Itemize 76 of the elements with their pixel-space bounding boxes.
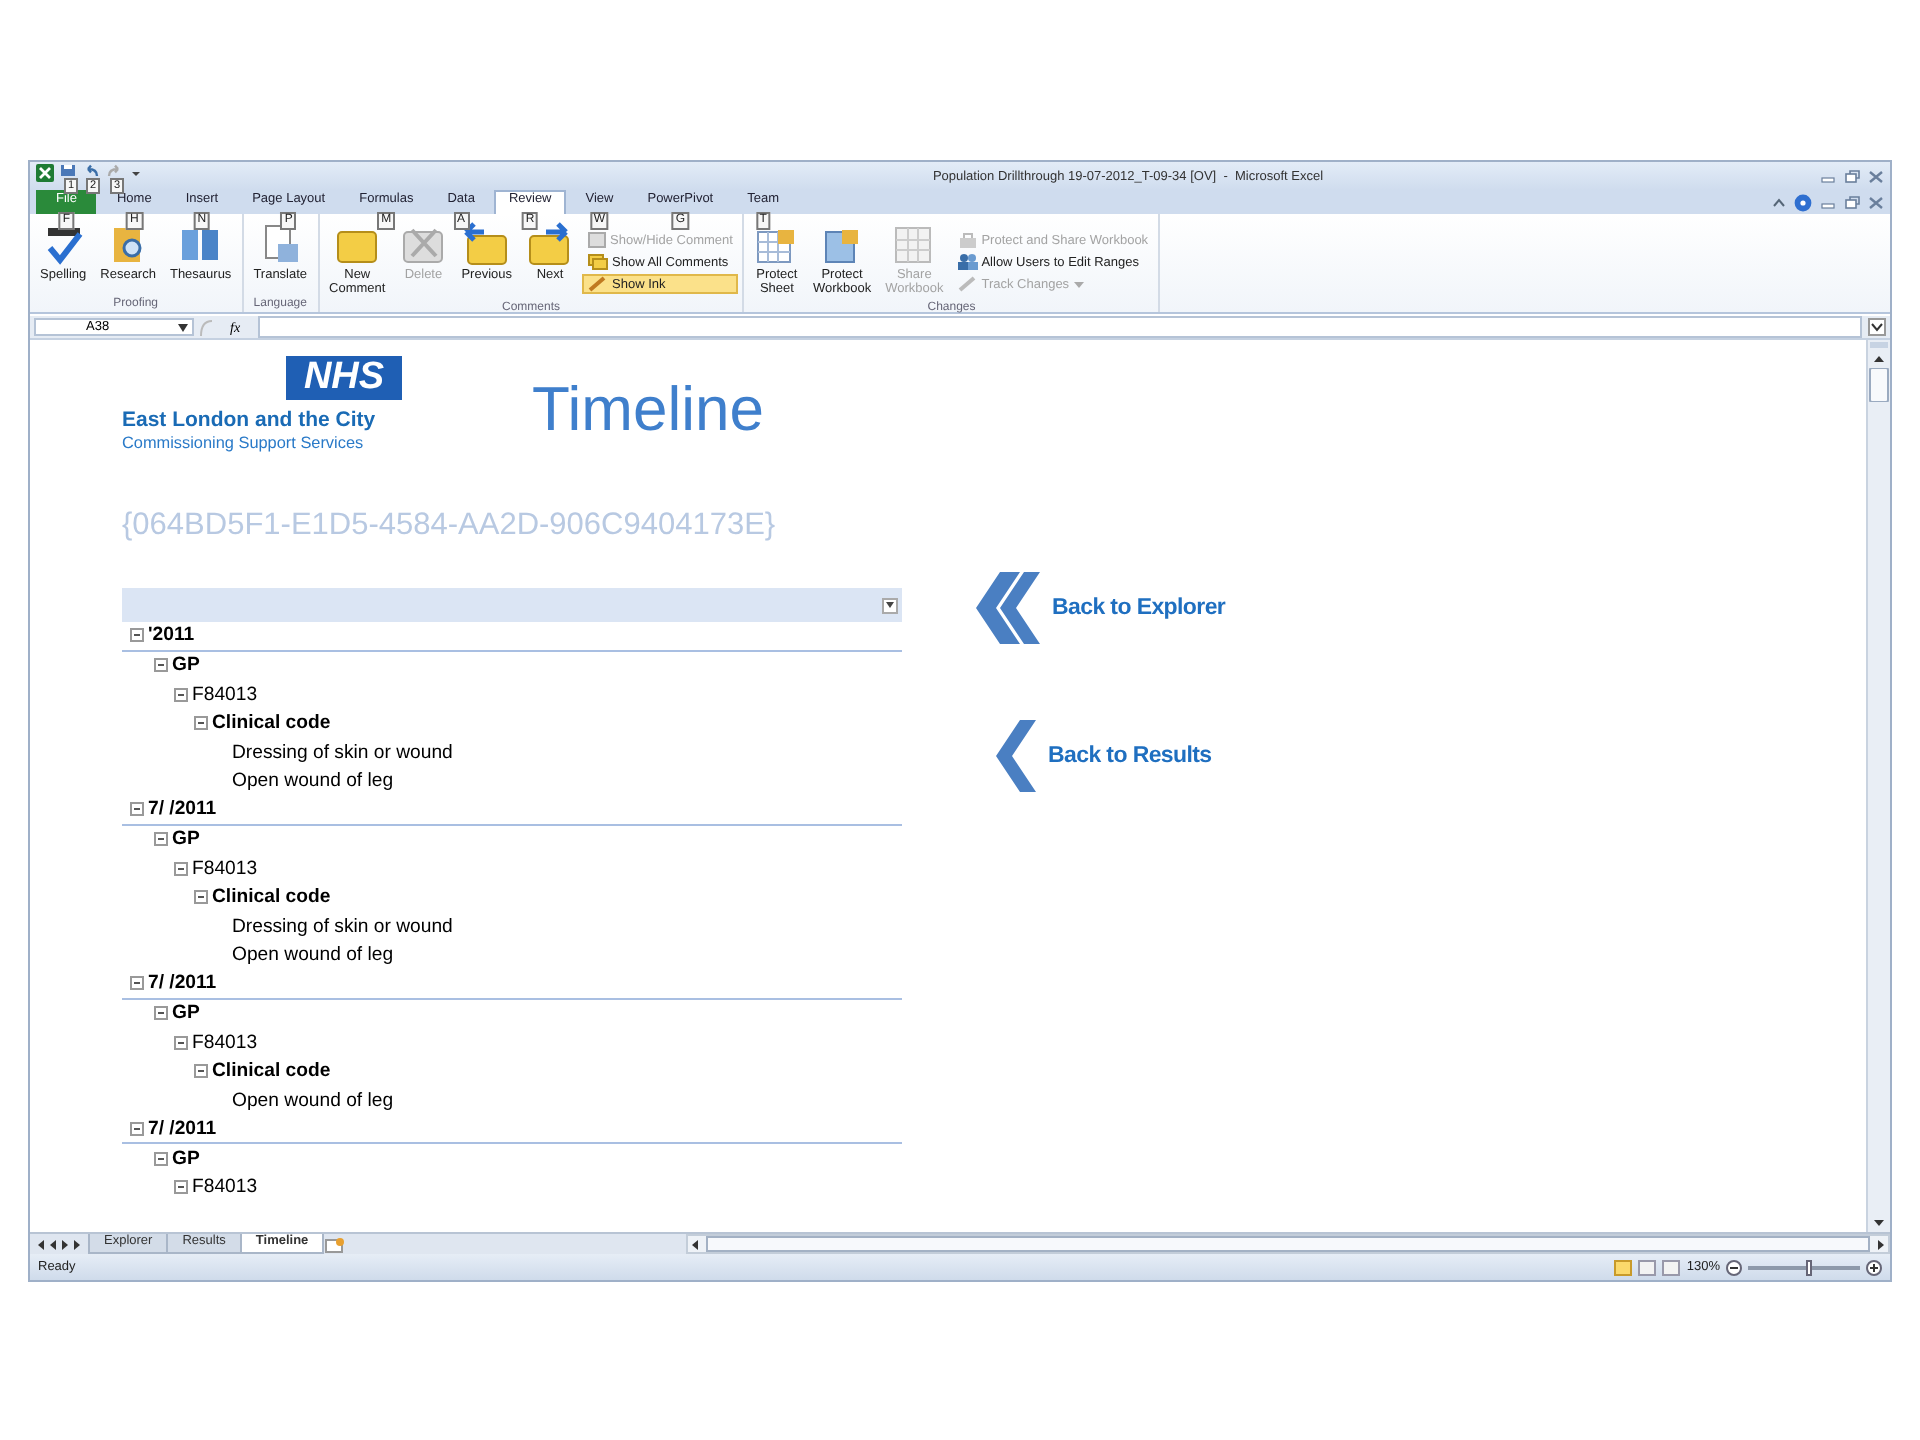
- collapse-icon[interactable]: [130, 628, 144, 643]
- page-title: Timeline: [532, 374, 764, 446]
- collapse-icon[interactable]: [154, 1006, 168, 1021]
- organisation-name: East London and the City: [122, 408, 376, 432]
- guid-text: {064BD5F1-E1D5-4584-AA2D-906C9404173E}: [122, 508, 778, 544]
- collapse-icon[interactable]: [194, 1064, 208, 1079]
- row-label: Dressing of skin or wound: [232, 741, 453, 764]
- close-icon[interactable]: [1868, 169, 1884, 183]
- collapse-icon[interactable]: [154, 1151, 168, 1166]
- double-chevron-icon: [972, 572, 1040, 644]
- notes-icon: [588, 254, 609, 270]
- help-icon[interactable]: [1794, 193, 1812, 211]
- zoom-in-icon[interactable]: [1866, 1259, 1882, 1276]
- organisation-subtitle: Commissioning Support Services: [122, 434, 364, 452]
- row-label: 7/ /2011: [148, 798, 217, 821]
- collapse-icon[interactable]: [154, 658, 168, 673]
- collapse-icon[interactable]: [194, 716, 208, 731]
- caret-icon: [886, 602, 894, 608]
- row-label: F84013: [192, 683, 258, 706]
- row-label: Clinical code: [212, 886, 331, 909]
- row-label: Clinical code: [212, 712, 331, 735]
- collapse-icon[interactable]: [130, 976, 144, 991]
- row-label: GP: [172, 1002, 200, 1025]
- zoom-out-icon[interactable]: [1726, 1259, 1742, 1276]
- note-icon: [588, 232, 607, 248]
- pen-icon: [957, 276, 978, 292]
- slider-thumb[interactable]: [1805, 1259, 1812, 1276]
- back-link[interactable]: Back to Results: [972, 720, 1226, 792]
- restore-icon[interactable]: [1844, 195, 1860, 209]
- restore-icon[interactable]: [1844, 169, 1860, 183]
- collapse-icon[interactable]: [130, 1121, 144, 1136]
- excel-icon[interactable]: [36, 164, 54, 182]
- caret-icon: [1073, 278, 1084, 290]
- scroll-thumb[interactable]: [706, 1236, 1870, 1253]
- row-label: Open wound of leg: [232, 944, 394, 967]
- collapse-icon[interactable]: [154, 832, 168, 847]
- note-arrow-icon: [462, 222, 511, 266]
- close-icon[interactable]: [1868, 195, 1884, 209]
- logo: NHS: [286, 356, 402, 400]
- scroll-right-icon[interactable]: [1874, 1237, 1888, 1252]
- row-label: F84013: [192, 1176, 258, 1199]
- split-handle-icon[interactable]: [1868, 340, 1890, 350]
- collapse-icon[interactable]: [194, 890, 208, 905]
- row-label: GP: [172, 654, 200, 677]
- expand-icon[interactable]: [1868, 318, 1886, 336]
- chevron-icon: [996, 720, 1036, 792]
- row-label: Dressing of skin or wound: [232, 915, 453, 938]
- collapse-icon[interactable]: [130, 802, 144, 817]
- row-label: GP: [172, 1147, 200, 1170]
- users-icon: [957, 254, 978, 270]
- pen-icon: [588, 276, 609, 292]
- row-label: GP: [172, 828, 200, 851]
- save-icon[interactable]: [60, 164, 76, 176]
- collapse-icon[interactable]: [174, 861, 188, 876]
- row-label: Open wound of leg: [232, 770, 394, 793]
- row-label: F84013: [192, 857, 258, 880]
- collapse-icon[interactable]: [174, 1180, 188, 1195]
- undo-icon[interactable]: [82, 164, 100, 176]
- filter-dropdown[interactable]: [882, 597, 898, 613]
- collapse-icon[interactable]: [174, 687, 188, 702]
- collapse-icon[interactable]: [174, 1035, 188, 1050]
- row-label: F84013: [192, 1031, 258, 1054]
- row-label: Clinical code: [212, 1060, 331, 1083]
- formula-input[interactable]: [258, 316, 1862, 338]
- scroll-thumb-icon[interactable]: [1868, 368, 1890, 402]
- grid-icon: [892, 222, 937, 266]
- row-label: Open wound of leg: [232, 1089, 394, 1112]
- collapse-ribbon-icon[interactable]: [1772, 195, 1786, 209]
- row-label: 7/ /2011: [148, 972, 217, 995]
- row-label: '2011: [148, 624, 195, 647]
- caret-icon: [178, 323, 188, 331]
- row-label: 7/ /2011: [148, 1117, 217, 1140]
- lock-icon: [957, 232, 978, 248]
- back-link[interactable]: Back to Explorer: [972, 572, 1226, 644]
- note-arrow-icon: [526, 222, 575, 266]
- insert-sheet-icon[interactable]: [322, 1235, 347, 1254]
